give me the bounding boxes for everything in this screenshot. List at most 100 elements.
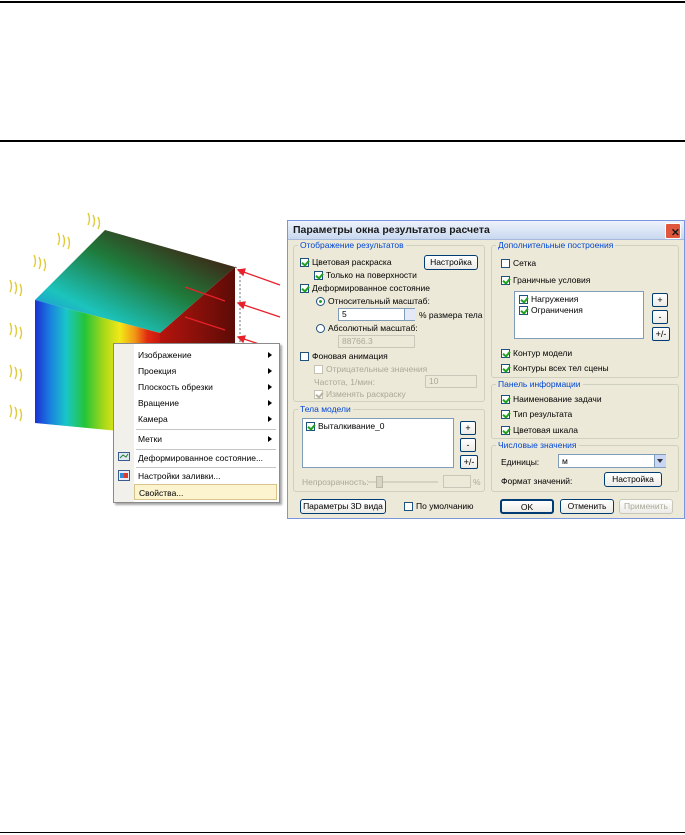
- all-contours-label: Контуры всех тел сцены: [513, 363, 609, 373]
- menu-item-label: Свойства...: [139, 488, 184, 498]
- boundary-conditions-checkbox[interactable]: [501, 276, 510, 285]
- result-type-checkbox[interactable]: [501, 410, 510, 419]
- absolute-scale-radio[interactable]: [316, 324, 325, 333]
- opacity-label: Непрозрачность:: [302, 477, 369, 487]
- boundary-conditions-label: Граничные условия: [513, 275, 591, 285]
- color-fill-label: Цветовая раскраска: [312, 257, 392, 267]
- task-name-checkbox[interactable]: [501, 395, 510, 404]
- negative-values-checkbox[interactable]: [314, 365, 323, 374]
- bodies-remove-button[interactable]: -: [460, 438, 476, 452]
- color-fill-checkbox[interactable]: [300, 258, 309, 267]
- menu-item-label: Вращение: [138, 398, 179, 408]
- submenu-arrow-icon: [268, 384, 272, 390]
- middle-rule: [0, 140, 685, 142]
- grid-checkbox[interactable]: [501, 259, 510, 268]
- submenu-arrow-icon: [268, 400, 272, 406]
- menu-item-camera[interactable]: Камера: [134, 411, 277, 427]
- bodies-add-button[interactable]: +: [460, 421, 476, 435]
- info-panel-legend: Панель информации: [498, 379, 581, 389]
- submenu-arrow-icon: [268, 368, 272, 374]
- negative-values-label: Отрицательные значения: [326, 364, 428, 374]
- model-bodies-legend: Тела модели: [300, 404, 351, 414]
- menu-separator: [136, 429, 276, 430]
- all-contours-checkbox[interactable]: [501, 364, 510, 373]
- units-label: Единицы:: [501, 457, 540, 467]
- submenu-arrow-icon: [268, 436, 272, 442]
- close-button[interactable]: ✕: [665, 223, 681, 239]
- opacity-input[interactable]: [443, 475, 471, 488]
- constraints-checkbox[interactable]: [519, 306, 528, 315]
- bodies-toggle-button[interactable]: +/-: [460, 455, 478, 469]
- apply-button[interactable]: Применить: [619, 499, 673, 514]
- relative-scale-spinner[interactable]: [404, 309, 415, 320]
- fill-settings-icon: [118, 470, 130, 481]
- format-setup-button[interactable]: Настройка: [604, 472, 662, 487]
- task-name-label: Наименование задачи: [513, 394, 602, 404]
- conditions-remove-button[interactable]: -: [652, 310, 668, 324]
- menu-item-image[interactable]: Изображение: [134, 347, 277, 363]
- menu-item-label: Настройки заливки...: [138, 471, 221, 481]
- deformed-state-label: Деформированное состояние: [312, 283, 430, 293]
- default-label: По умолчанию: [416, 501, 474, 511]
- menu-item-label: Плоскость обрезки: [138, 382, 213, 392]
- units-dropdown-button[interactable]: [654, 455, 666, 467]
- results-window-parameters-dialog: Параметры окна результатов расчета ✕ Ото…: [287, 220, 685, 519]
- view-3d-parameters-button[interactable]: Параметры 3D вида: [300, 499, 386, 514]
- deformed-state-checkbox[interactable]: [300, 284, 309, 293]
- menu-item-rotation[interactable]: Вращение: [134, 395, 277, 411]
- units-select[interactable]: м: [558, 454, 666, 468]
- relative-scale-radio[interactable]: [316, 297, 325, 306]
- deformed-state-icon: [118, 452, 130, 461]
- menu-item-label: Проекция: [138, 366, 177, 376]
- menu-item-deformed-state[interactable]: Деформированное состояние...: [134, 450, 277, 466]
- background-animation-checkbox[interactable]: [300, 352, 309, 361]
- menu-item-label: Изображение: [138, 350, 192, 360]
- chevron-down-icon: [657, 459, 663, 463]
- body-label: Выталкивание_0: [318, 421, 385, 431]
- surface-only-label: Только на поверхности: [326, 270, 417, 280]
- submenu-arrow-icon: [268, 352, 272, 358]
- menu-item-label: Камера: [138, 414, 168, 424]
- cancel-button[interactable]: Отменить: [560, 499, 614, 514]
- default-checkbox[interactable]: [404, 502, 413, 511]
- format-label: Формат значений:: [501, 476, 573, 486]
- frequency-label: Частота, 1/мин:: [314, 377, 375, 387]
- relative-scale-unit: % размера тела: [419, 310, 483, 320]
- constraints-label: Ограничения: [531, 305, 583, 315]
- frequency-input[interactable]: 10: [425, 375, 477, 388]
- grid-label: Сетка: [513, 258, 537, 268]
- dialog-title: Параметры окна результатов расчета: [293, 224, 490, 236]
- menu-item-labels[interactable]: Метки: [134, 431, 277, 447]
- menu-item-clipping-plane[interactable]: Плоскость обрезки: [134, 379, 277, 395]
- dialog-titlebar[interactable]: Параметры окна результатов расчета ✕: [288, 221, 684, 240]
- color-scale-checkbox[interactable]: [501, 426, 510, 435]
- body-checkbox[interactable]: [306, 422, 315, 431]
- absolute-scale-label: Абсолютный масштаб:: [328, 323, 418, 333]
- menu-item-fill-settings[interactable]: Настройки заливки...: [134, 468, 277, 484]
- loads-checkbox[interactable]: [519, 295, 528, 304]
- ok-button[interactable]: OK: [500, 499, 554, 514]
- conditions-toggle-button[interactable]: +/-: [652, 327, 670, 341]
- top-rule: [0, 1, 685, 3]
- change-color-checkbox[interactable]: [314, 390, 323, 399]
- additional-constructions-legend: Дополнительные построения: [498, 240, 614, 250]
- conditions-add-button[interactable]: +: [652, 293, 668, 307]
- menu-item-label: Метки: [138, 434, 162, 444]
- change-color-label: Изменять раскраску: [326, 389, 406, 399]
- surface-only-checkbox[interactable]: [314, 271, 323, 280]
- model-contour-checkbox[interactable]: [501, 349, 510, 358]
- relative-scale-label: Относительный масштаб:: [328, 296, 430, 306]
- close-icon: ✕: [671, 227, 680, 239]
- result-type-label: Тип результата: [513, 409, 573, 419]
- submenu-arrow-icon: [268, 416, 272, 422]
- opacity-slider-thumb[interactable]: [376, 476, 383, 488]
- display-setup-button[interactable]: Настройка: [424, 255, 478, 270]
- numeric-values-legend: Числовые значения: [498, 440, 577, 450]
- menu-item-properties[interactable]: Свойства...: [134, 484, 277, 500]
- color-scale-label: Цветовая шкала: [513, 425, 578, 435]
- menu-item-projection[interactable]: Проекция: [134, 363, 277, 379]
- menu-item-label: Деформированное состояние...: [138, 453, 264, 463]
- model-contour-label: Контур модели: [513, 348, 573, 358]
- absolute-scale-input[interactable]: 88766.3: [338, 335, 415, 348]
- bottom-rule: [0, 832, 685, 833]
